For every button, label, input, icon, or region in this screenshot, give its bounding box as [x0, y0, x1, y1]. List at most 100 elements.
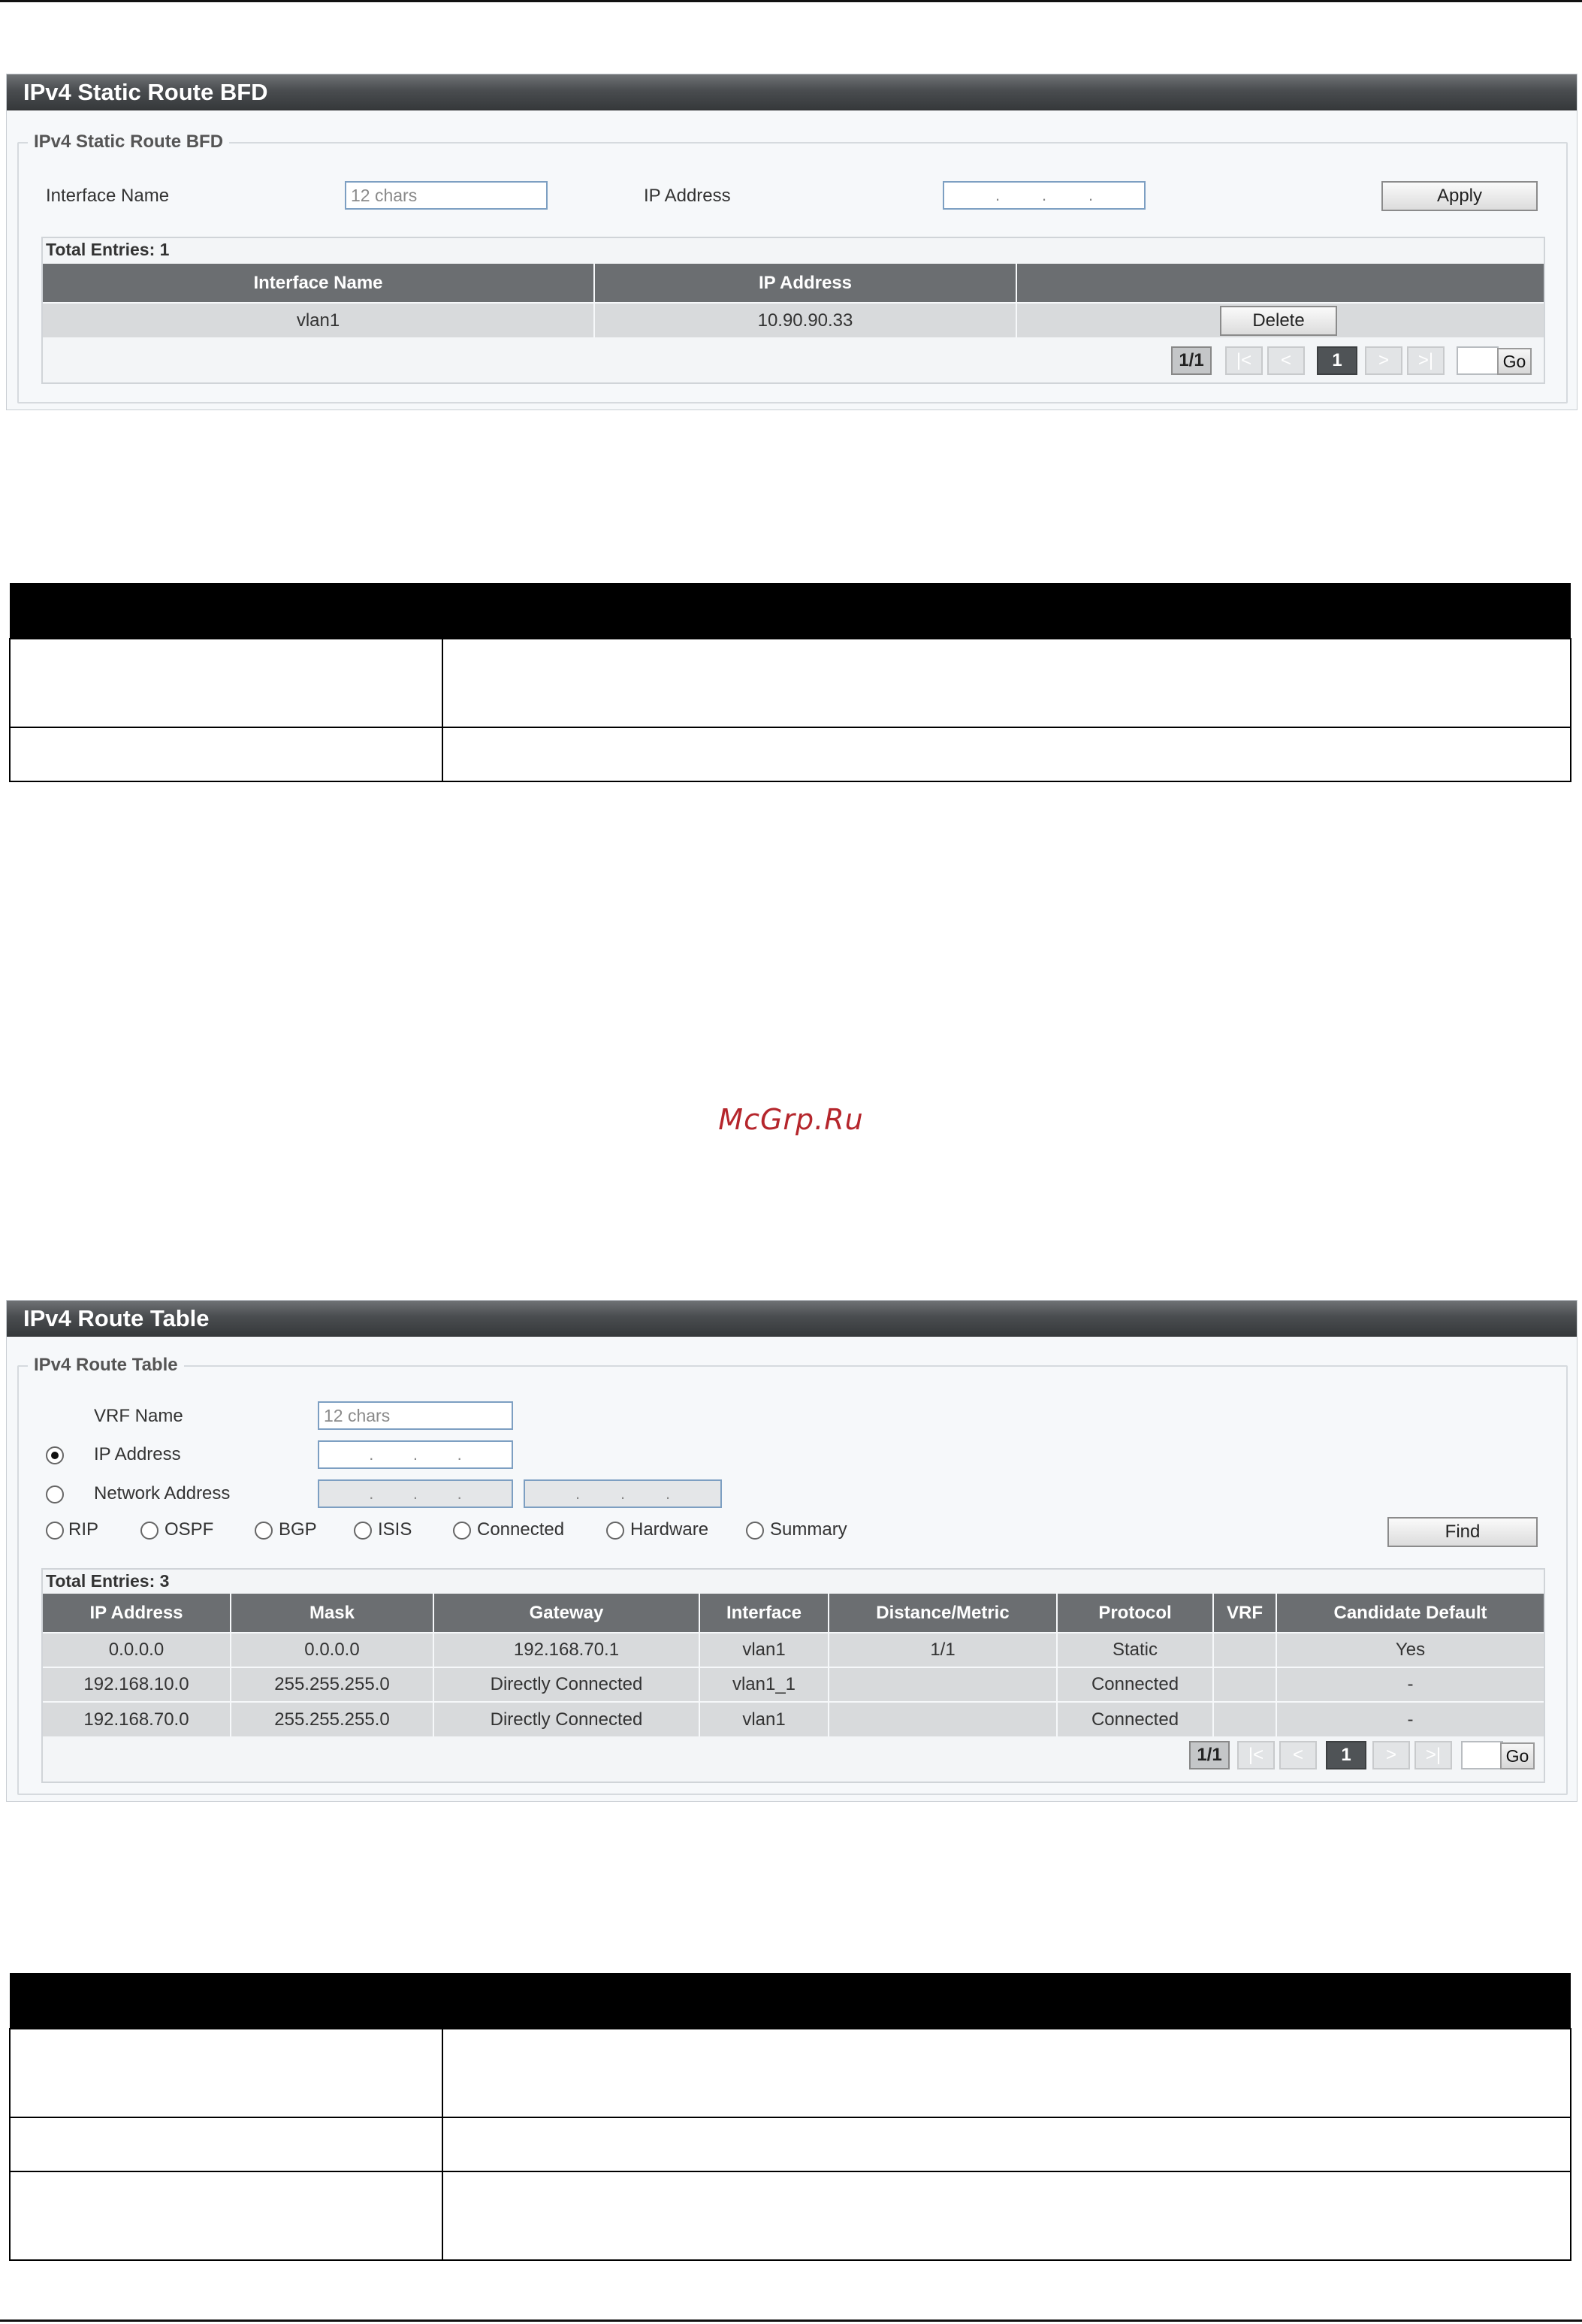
cell-interface: vlan1	[699, 1701, 829, 1736]
route-panel-header	[7, 1301, 1577, 1337]
cell-protocol: Static	[1057, 1632, 1214, 1667]
ip-address-label: IP Address	[94, 1444, 181, 1464]
doc-row	[9, 2171, 1571, 2261]
doc-header-cell	[10, 583, 1571, 639]
cell-interface: vlan1_1	[699, 1667, 829, 1702]
cell-mask: 0.0.0.0	[231, 1632, 434, 1667]
bfd-legend: IPv4 Static Route BFD	[28, 131, 230, 153]
ospf-radio[interactable]	[140, 1522, 159, 1540]
bfd-next-page-button[interactable]: >	[1365, 346, 1402, 375]
doc-row	[9, 2028, 1571, 2118]
route-last-page-button[interactable]: >|	[1414, 1741, 1452, 1769]
ip-address-label: IP Address	[644, 186, 731, 206]
ip-address-input[interactable]: ...	[318, 1440, 513, 1469]
route-total-entries: Total Entries: 3	[46, 1571, 170, 1591]
find-button[interactable]: Find	[1387, 1517, 1538, 1547]
doc-row	[9, 2117, 1571, 2172]
network-mask-input[interactable]: ...	[524, 1479, 722, 1508]
connected-radio[interactable]	[453, 1522, 471, 1540]
delete-button[interactable]: Delete	[1220, 306, 1337, 336]
bottom-rule	[0, 2319, 1582, 2322]
watermark: McGrp.Ru	[718, 1103, 864, 1136]
doc-cell	[442, 2171, 1571, 2261]
ip-address-radio[interactable]	[46, 1446, 64, 1464]
doc-row	[9, 638, 1571, 728]
cell-gateway: 192.168.70.1	[433, 1632, 700, 1667]
cell-distance	[829, 1667, 1058, 1702]
bfd-total-entries: Total Entries: 1	[46, 240, 170, 259]
doc-header-row	[10, 1973, 1571, 2029]
route-go-button[interactable]: Go	[1500, 1742, 1535, 1769]
rip-radio[interactable]	[46, 1522, 64, 1540]
network-address-label: Network Address	[94, 1483, 231, 1503]
apply-button[interactable]: Apply	[1381, 181, 1538, 211]
hardware-radio[interactable]	[606, 1522, 624, 1540]
route-table-header: IP Address Mask Gateway Interface Distan…	[43, 1594, 1544, 1633]
cell-distance: 1/1	[829, 1632, 1058, 1667]
table-row: vlan1 10.90.90.33 Delete	[43, 302, 1544, 337]
col-ip-address: IP Address	[594, 264, 1017, 303]
bfd-last-page-button[interactable]: >|	[1407, 346, 1445, 375]
cell-mask: 255.255.255.0	[231, 1667, 434, 1702]
col-gateway: Gateway	[433, 1594, 700, 1633]
isis-radio[interactable]	[354, 1522, 372, 1540]
bfd-current-page[interactable]: 1	[1317, 346, 1357, 375]
doc-cell	[442, 727, 1571, 782]
cell-gateway: Directly Connected	[433, 1667, 700, 1702]
route-description-table	[9, 1973, 1571, 2261]
col-interface-name: Interface Name	[43, 264, 595, 303]
doc-cell	[9, 2171, 443, 2261]
doc-header-row	[10, 583, 1571, 639]
doc-cell	[442, 2117, 1571, 2172]
ip-address-input[interactable]: ...	[943, 181, 1146, 210]
bfd-table-header: Interface Name IP Address	[43, 264, 1544, 303]
doc-cell	[442, 2028, 1571, 2118]
cell-distance	[829, 1701, 1058, 1736]
col-ip-address: IP Address	[43, 1594, 231, 1633]
bfd-go-button[interactable]: Go	[1497, 348, 1532, 375]
summary-radio[interactable]	[746, 1522, 764, 1540]
route-prev-page-button[interactable]: <	[1279, 1741, 1317, 1769]
cell-protocol: Connected	[1057, 1701, 1214, 1736]
cell-interface: vlan1	[699, 1632, 829, 1667]
route-page-count: 1/1	[1189, 1741, 1230, 1769]
bfd-page-input[interactable]	[1457, 346, 1499, 375]
cell-ip: 10.90.90.33	[594, 302, 1017, 337]
vrf-name-label: VRF Name	[94, 1406, 183, 1426]
table-row: 192.168.70.0 255.255.255.0 Directly Conn…	[43, 1701, 1544, 1736]
route-panel: IPv4 Route Table IPv4 Route Table VRF Na…	[6, 1300, 1577, 1802]
bgp-radio[interactable]	[255, 1522, 273, 1540]
cell-ip: 192.168.70.0	[43, 1701, 231, 1736]
bfd-description-table	[9, 583, 1571, 782]
cell-ip: 192.168.10.0	[43, 1667, 231, 1702]
cell-vrf	[1213, 1632, 1277, 1667]
network-address-radio[interactable]	[46, 1485, 64, 1503]
bfd-first-page-button[interactable]: |<	[1225, 346, 1263, 375]
bfd-panel: IPv4 Static Route BFD IPv4 Static Route …	[6, 74, 1577, 410]
top-rule	[0, 0, 1582, 2]
doc-cell	[9, 638, 443, 728]
interface-name-input[interactable]: 12 chars	[345, 181, 548, 210]
route-current-page[interactable]: 1	[1326, 1741, 1366, 1769]
cell-candidate: -	[1276, 1701, 1544, 1736]
cell-protocol: Connected	[1057, 1667, 1214, 1702]
vrf-name-input[interactable]: 12 chars	[318, 1401, 513, 1430]
route-first-page-button[interactable]: |<	[1237, 1741, 1275, 1769]
route-page-input[interactable]	[1461, 1741, 1503, 1769]
route-legend: IPv4 Route Table	[28, 1355, 184, 1376]
cell-mask: 255.255.255.0	[231, 1701, 434, 1736]
network-address-input[interactable]: ...	[318, 1479, 513, 1508]
rip-label: RIP	[68, 1519, 99, 1540]
cell-candidate: -	[1276, 1667, 1544, 1702]
route-next-page-button[interactable]: >	[1372, 1741, 1410, 1769]
bfd-page-count: 1/1	[1171, 346, 1212, 375]
cell-gateway: Directly Connected	[433, 1701, 700, 1736]
bfd-table: Interface Name IP Address vlan1 10.90.90…	[43, 264, 1544, 337]
cell-interface: vlan1	[43, 302, 595, 337]
connected-label: Connected	[477, 1519, 565, 1540]
col-candidate-default: Candidate Default	[1276, 1594, 1544, 1633]
cell-ip: 0.0.0.0	[43, 1632, 231, 1667]
cell-vrf	[1213, 1701, 1277, 1736]
summary-label: Summary	[770, 1519, 847, 1540]
bfd-prev-page-button[interactable]: <	[1267, 346, 1305, 375]
